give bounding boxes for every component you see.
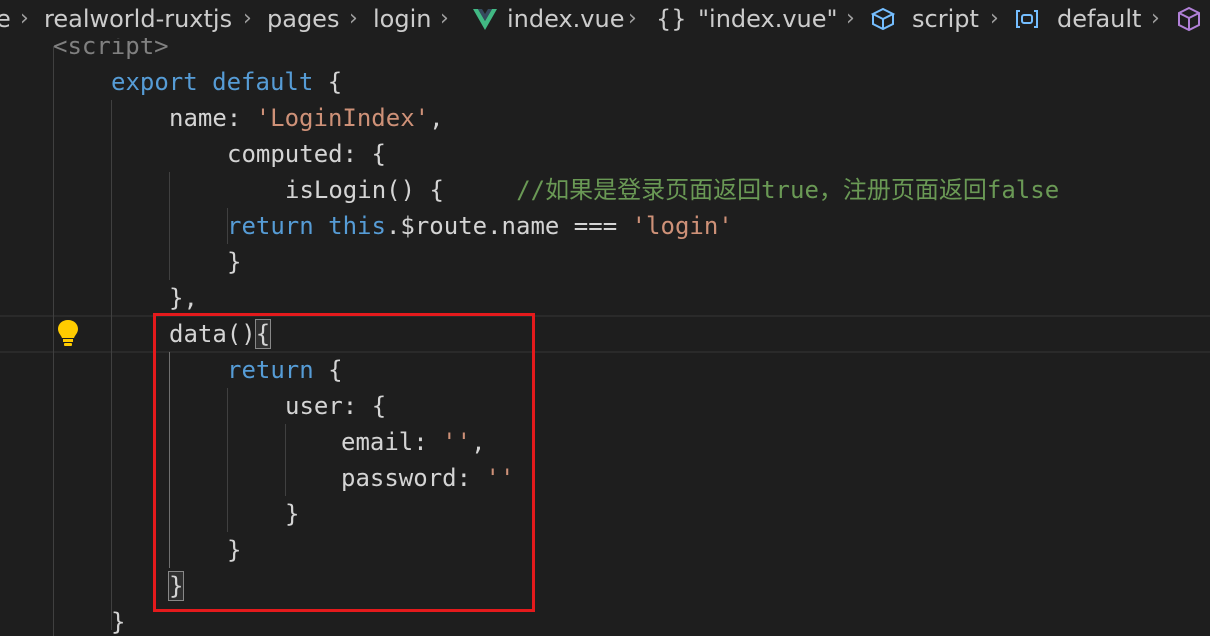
indent-guide [53,46,54,636]
breadcrumb-item-default[interactable]: default [1057,4,1141,34]
breadcrumb-item-login[interactable]: login [373,4,431,34]
highlight-box [153,313,535,612]
breadcrumb-item-module[interactable]: "index.vue" [698,4,838,34]
breadcrumb-separator: › [846,6,855,31]
breadcrumb-item-script[interactable]: script [912,4,979,34]
breadcrumb-item-pages[interactable]: pages [267,4,339,34]
breadcrumb-item-project[interactable]: realworld-ruxtjs [44,4,232,34]
code-line: export default { [111,64,342,100]
code-token: }, [169,284,198,312]
code-line: isLogin() { //如果是登录页面返回true，注册页面返回false [285,172,1059,208]
code-token: default [212,68,314,96]
code-token: .$route.name === [385,212,632,240]
code-token: isLogin() { [285,176,444,204]
breadcrumb-separator: › [628,6,637,31]
code-line: }, [169,280,198,316]
code-token: 'LoginIndex' [255,104,430,132]
code-token: this [328,212,386,240]
code-line: name: 'LoginIndex', [169,100,444,136]
code-line: } [227,244,241,280]
object-icon [1016,10,1038,28]
lightbulb-icon[interactable] [56,318,80,348]
cube-icon [870,7,896,31]
indent-guide [111,100,112,630]
code-token: } [111,608,126,636]
breadcrumb-item-parent[interactable]: e [0,4,11,34]
braces-icon: {} [656,5,687,33]
code-token: export [111,68,198,96]
breadcrumb-separator: › [1151,6,1160,31]
code-token: computed: { [227,140,386,168]
code-token: name: [169,104,256,132]
code-token: } [227,248,242,276]
breadcrumb-separator: › [440,6,449,31]
breadcrumb-separator: › [243,6,252,31]
code-token: //如果是登录页面返回true，注册页面返回false [516,176,1060,204]
code-token: { [313,68,343,96]
indent-guide [169,172,170,280]
breadcrumb-separator: › [349,6,358,31]
code-line: } [111,604,125,636]
breadcrumb-item-file[interactable]: index.vue [507,4,624,34]
vue-icon [473,9,497,30]
code-line: computed: { [227,136,386,172]
breadcrumb-separator: › [20,6,29,31]
breadcrumb: e › realworld-ruxtjs › pages › login › i… [0,0,1210,38]
code-token: 'login' [631,212,733,240]
breadcrumb-separator: › [990,6,999,31]
module-icon [1178,6,1200,32]
code-line: return this.$route.name === 'login' [227,208,733,244]
code-token: return [227,212,314,240]
code-token: , [429,104,444,132]
